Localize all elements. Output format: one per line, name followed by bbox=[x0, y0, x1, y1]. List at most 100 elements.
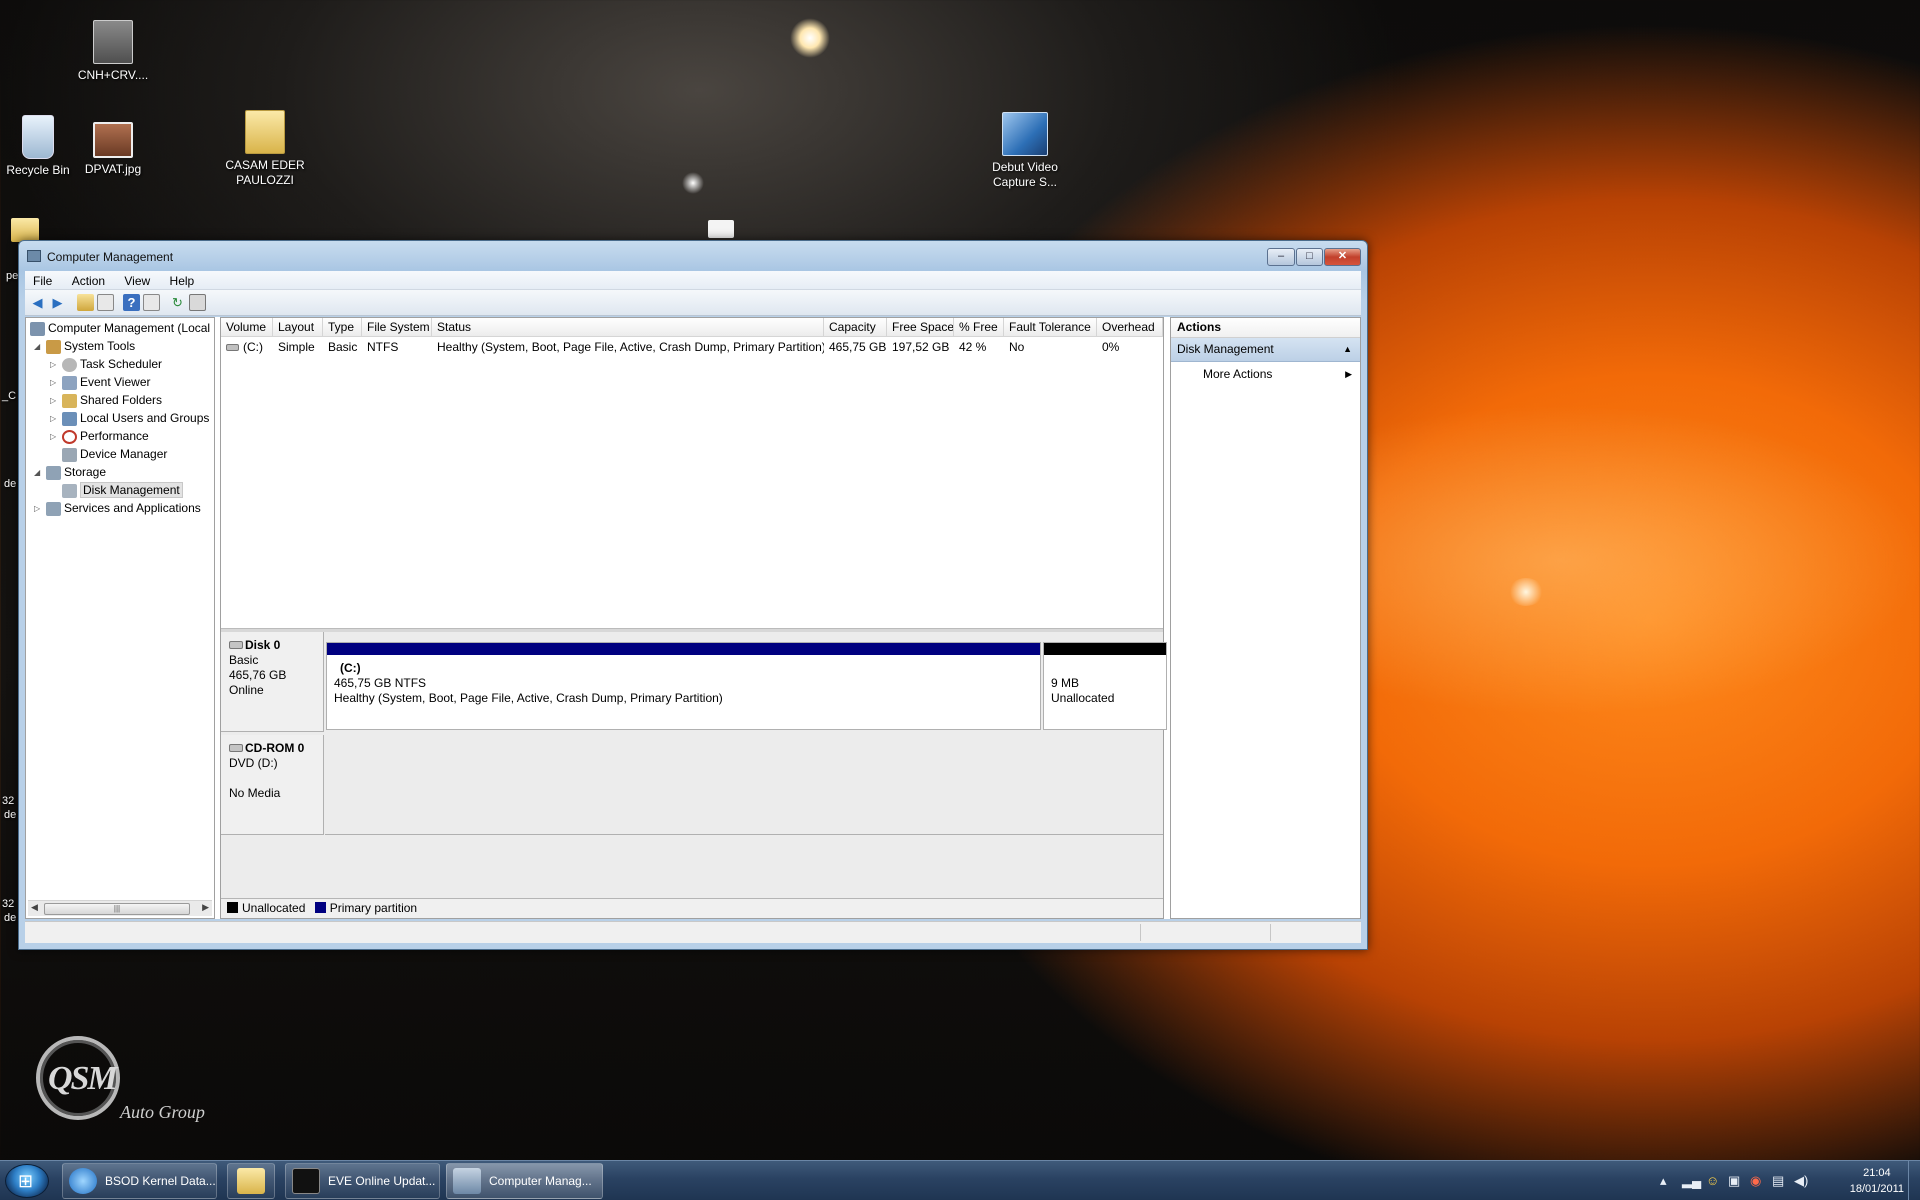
collapse-arrow-icon[interactable]: ◢ bbox=[34, 464, 44, 481]
column-header-layout[interactable]: Layout bbox=[273, 318, 323, 337]
column-header-status[interactable]: Status bbox=[432, 318, 824, 337]
tree-item-system-tools[interactable]: ◢ System Tools bbox=[34, 338, 135, 356]
more-actions-item[interactable]: More Actions ▶ bbox=[1171, 362, 1360, 386]
unallocated-space[interactable]: 9 MB Unallocated bbox=[1043, 642, 1167, 730]
expand-arrow-icon[interactable]: ▷ bbox=[34, 500, 44, 517]
menu-action[interactable]: Action bbox=[64, 271, 113, 288]
desktop-icon-casam[interactable]: CASAM EDER PAULOZZI bbox=[222, 110, 308, 188]
computer-management-icon bbox=[27, 250, 41, 262]
taskbar-button-eve[interactable]: EVE Online Updat... bbox=[285, 1163, 440, 1199]
fault-tolerance-cell: No bbox=[1009, 340, 1025, 354]
tree-item-label: System Tools bbox=[64, 339, 136, 353]
column-header-overhead[interactable]: Overhead bbox=[1097, 318, 1163, 337]
scroll-right-icon[interactable]: ▶ bbox=[202, 902, 209, 913]
expand-arrow-icon[interactable]: ▷ bbox=[50, 428, 60, 445]
collapse-arrow-icon[interactable]: ◢ bbox=[34, 338, 44, 355]
document-icon bbox=[708, 220, 734, 238]
windows-logo-icon: ⊞ bbox=[18, 1171, 34, 1191]
smiley-app-icon[interactable]: ☺ bbox=[1706, 1173, 1719, 1188]
taskbar-button-explorer[interactable] bbox=[227, 1163, 275, 1199]
volume-icon[interactable]: ◀) bbox=[1794, 1173, 1808, 1189]
maximize-button[interactable]: □ bbox=[1296, 248, 1323, 266]
desktop-icon-debut[interactable]: Debut Video Capture S... bbox=[982, 112, 1068, 190]
scrollbar-thumb[interactable]: ||| bbox=[44, 903, 190, 915]
show-hidden-icons-icon[interactable]: ▴ bbox=[1660, 1173, 1667, 1189]
navigation-tree[interactable]: Computer Management (Local ◢ System Tools… bbox=[25, 317, 215, 919]
properties-icon[interactable] bbox=[189, 294, 206, 311]
tree-item-task-scheduler[interactable]: ▷ Task Scheduler bbox=[50, 356, 162, 374]
start-button[interactable]: ⊞ bbox=[5, 1164, 49, 1198]
column-header-type[interactable]: Type bbox=[323, 318, 362, 337]
tray-app-icon[interactable]: ▣ bbox=[1728, 1173, 1740, 1189]
column-header-file-system[interactable]: File System bbox=[362, 318, 432, 337]
column-header-capacity[interactable]: Capacity bbox=[824, 318, 887, 337]
taskbar-button-ie[interactable]: BSOD Kernel Data... bbox=[62, 1163, 217, 1199]
clock[interactable]: 21:04 18/01/2011 bbox=[1850, 1165, 1904, 1197]
light-glow bbox=[790, 18, 830, 58]
menu-help[interactable]: Help bbox=[162, 271, 203, 288]
menu-file[interactable]: File bbox=[25, 271, 60, 288]
storage-icon bbox=[46, 466, 61, 480]
show-hide-tree-icon[interactable] bbox=[97, 294, 114, 311]
desktop-icon-partial-file[interactable] bbox=[678, 220, 764, 242]
tree-horizontal-scrollbar[interactable]: ◀ ||| ▶ bbox=[28, 900, 212, 916]
expand-arrow-icon[interactable]: ▷ bbox=[50, 392, 60, 409]
help-icon[interactable]: ? bbox=[123, 294, 140, 311]
expand-arrow-icon[interactable]: ▷ bbox=[50, 356, 60, 373]
performance-icon bbox=[62, 430, 77, 444]
desktop-icon-cnh[interactable]: CNH+CRV.... bbox=[70, 20, 156, 83]
internet-explorer-icon bbox=[69, 1168, 97, 1194]
tree-item-device-manager[interactable]: Device Manager bbox=[60, 446, 167, 464]
taskbar-button-computer-management[interactable]: Computer Manag... bbox=[446, 1163, 603, 1199]
disk-0-label[interactable]: Disk 0 Basic 465,76 GB Online bbox=[221, 632, 324, 732]
back-arrow-icon[interactable]: ◀ bbox=[29, 294, 46, 311]
column-header-volume[interactable]: Volume bbox=[221, 318, 273, 337]
minimize-button[interactable]: – bbox=[1267, 248, 1295, 266]
title-bar[interactable]: Computer Management – □ ✕ bbox=[19, 241, 1367, 271]
disk-name: Disk 0 bbox=[245, 638, 281, 652]
network-signal-icon[interactable]: ▂▄ bbox=[1682, 1173, 1701, 1189]
collapse-up-icon[interactable]: ▲ bbox=[1343, 338, 1352, 361]
computer-management-window[interactable]: Computer Management – □ ✕ File Action Vi… bbox=[18, 240, 1368, 950]
alert-icon[interactable]: ◉ bbox=[1750, 1173, 1761, 1189]
tree-item-label: Local Users and Groups bbox=[80, 411, 210, 425]
desktop-label-fragment: _C bbox=[2, 390, 17, 402]
tree-item-performance[interactable]: ▷ Performance bbox=[50, 428, 149, 446]
clock-icon bbox=[62, 358, 77, 372]
column-header-free-space[interactable]: Free Space bbox=[887, 318, 954, 337]
desktop-label-fragment: pe bbox=[6, 270, 19, 282]
image-file-icon bbox=[93, 122, 133, 158]
show-desktop-button[interactable] bbox=[1908, 1161, 1920, 1200]
legend-unallocated: Unallocated bbox=[242, 901, 306, 915]
menu-view[interactable]: View bbox=[116, 271, 158, 288]
refresh-icon[interactable]: ↻ bbox=[169, 294, 186, 311]
partition-c[interactable]: (C:) 465,75 GB NTFS Healthy (System, Boo… bbox=[326, 642, 1041, 730]
up-folder-icon[interactable] bbox=[77, 294, 94, 311]
users-icon bbox=[62, 412, 77, 426]
expand-arrow-icon[interactable]: ▷ bbox=[50, 410, 60, 427]
cdrom-0-label[interactable]: CD-ROM 0 DVD (D:) No Media bbox=[221, 735, 324, 835]
tree-item-local-users[interactable]: ▷ Local Users and Groups bbox=[50, 410, 209, 428]
close-button[interactable]: ✕ bbox=[1324, 248, 1361, 266]
scroll-left-icon[interactable]: ◀ bbox=[31, 902, 38, 913]
tree-item-shared-folders[interactable]: ▷ Shared Folders bbox=[50, 392, 162, 410]
forward-arrow-icon[interactable]: ▶ bbox=[49, 294, 66, 311]
desktop-label-fragment: 32 bbox=[2, 795, 15, 807]
shared-folder-icon bbox=[62, 394, 77, 408]
device-icon[interactable]: ▤ bbox=[1772, 1173, 1784, 1189]
tree-item-root[interactable]: Computer Management (Local bbox=[28, 320, 210, 338]
disk-management-pane: Volume Layout Type File System Status Ca… bbox=[220, 317, 1167, 919]
tree-item-disk-management[interactable]: Disk Management bbox=[60, 482, 183, 500]
desktop-icon-recycle-bin[interactable]: Recycle Bin bbox=[0, 115, 81, 178]
expand-arrow-icon[interactable]: ▷ bbox=[50, 374, 60, 391]
desktop-icon-dpvat[interactable]: DPVAT.jpg bbox=[70, 122, 156, 177]
desktop-label-fragment: 32 bbox=[2, 898, 15, 910]
column-header-fault-tolerance[interactable]: Fault Tolerance bbox=[1004, 318, 1097, 337]
tree-item-event-viewer[interactable]: ▷ Event Viewer bbox=[50, 374, 150, 392]
actions-group-disk-management[interactable]: Disk Management ▲ bbox=[1171, 338, 1360, 362]
show-hide-action-pane-icon[interactable] bbox=[143, 294, 160, 311]
tree-item-storage[interactable]: ◢ Storage bbox=[34, 464, 106, 482]
table-row[interactable]: (C:) Simple Basic NTFS Healthy (System, … bbox=[221, 338, 1163, 356]
column-header-percent-free[interactable]: % Free bbox=[954, 318, 1004, 337]
tree-item-services[interactable]: ▷ Services and Applications bbox=[34, 500, 201, 518]
